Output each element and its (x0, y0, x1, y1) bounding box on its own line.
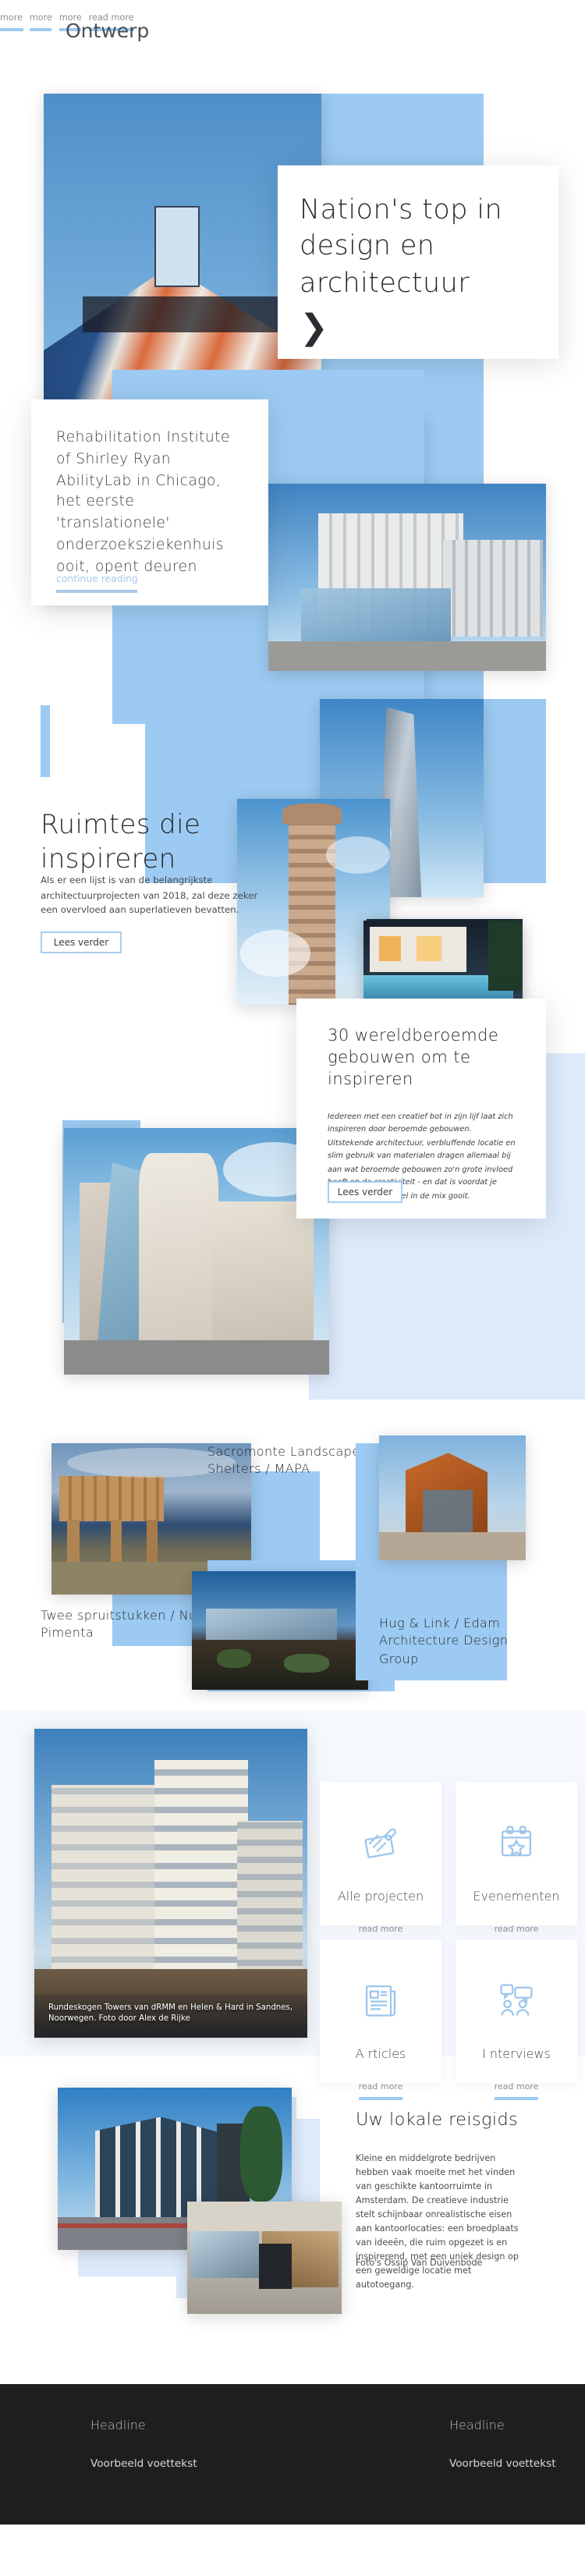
gebouwen-photo-dancing-house (64, 1128, 329, 1375)
rehab-photo-abilitylab (268, 484, 546, 671)
footer-column-2: Headline Voorbeeld voettekst (449, 2418, 556, 2470)
feature-card-interviews[interactable]: I nterviews read more (456, 1939, 577, 2100)
calendar-star-icon (496, 1822, 537, 1871)
feature-label: Alle projecten (337, 1889, 424, 1904)
page-root: Ontwerp Nation's top in design en archit… (0, 0, 585, 2576)
reisgids-photo-interior (187, 2202, 342, 2314)
project-photo-sacromonte (192, 1571, 368, 1690)
footer: Headline Voorbeeld voettekst Headline Vo… (0, 2384, 585, 2525)
chevron-right-icon[interactable]: ❯ (300, 312, 534, 347)
brand-label: Ontwerp (66, 19, 150, 42)
feature-label: A rticles (355, 2047, 406, 2061)
ruimtes-read-more-button[interactable]: Lees verder (41, 931, 122, 953)
newspaper-icon (360, 1980, 401, 2028)
features-photo-caption: Rundeskogen Towers van dRMM en Helen & H… (34, 1993, 307, 2038)
project-photo-hug-link (379, 1435, 526, 1560)
features-photo-rundeskogen: Rundeskogen Towers van dRMM en Helen & H… (34, 1729, 307, 2038)
feature-read-more-link[interactable]: read more (358, 2083, 403, 2100)
project-more-link-1[interactable]: more (29, 14, 52, 31)
continue-reading-link[interactable]: continue reading (56, 574, 138, 593)
footer-column-1: Headline Voorbeeld voettekst (90, 2418, 197, 2470)
reisgids-photo-credit: Foto's Ossip Van Duivenbode (356, 2259, 483, 2269)
feature-read-more-link[interactable]: read more (494, 2083, 539, 2100)
hero-title-card: Nation's top in design en architectuur ❯ (278, 165, 558, 359)
ruimtes-accent-bar (41, 705, 50, 777)
footer-headline: Headline (90, 2418, 146, 2432)
ruimtes-paragraph: Als er een lijst is van de belangrijkste… (41, 877, 258, 917)
feature-card-evenementen[interactable]: Evenementen read more (456, 1782, 577, 1943)
gebouwen-title: 30 wereldberoemde gebouwen om te inspire… (328, 1027, 499, 1089)
feature-label: Evenementen (473, 1889, 560, 1904)
footer-headline: Headline (449, 2418, 505, 2432)
speech-bubbles-people-icon (496, 1980, 537, 2028)
project-more-link-2[interactable]: more (0, 14, 23, 31)
reisgids-title: Uw lokale reisgids (356, 2109, 519, 2130)
rehab-paragraph: Rehabilitation Institute of Shirley Ryan… (56, 429, 230, 576)
ruimtes-title: Ruimtes die inspireren (41, 810, 201, 876)
feature-card-articles[interactable]: A rticles read more (320, 1939, 441, 2100)
footer-text: Voorbeeld voettekst (90, 2457, 197, 2470)
project-title-3: Hug & Link / Edam Architecture Design Gr… (379, 1616, 509, 1666)
reisgids-paragraph: Kleine en middelgrote bedrijven hebben v… (356, 2155, 519, 2291)
gebouwen-read-more-button[interactable]: Lees verder (328, 1181, 402, 1203)
feature-label: I nterviews (482, 2047, 551, 2061)
footer-text: Voorbeeld voettekst (449, 2457, 556, 2470)
hero-title: Nation's top in design en architectuur (300, 195, 503, 300)
pencil-ruler-icon (360, 1822, 401, 1871)
feature-card-alle-projecten[interactable]: Alle projecten read more (320, 1782, 441, 1943)
